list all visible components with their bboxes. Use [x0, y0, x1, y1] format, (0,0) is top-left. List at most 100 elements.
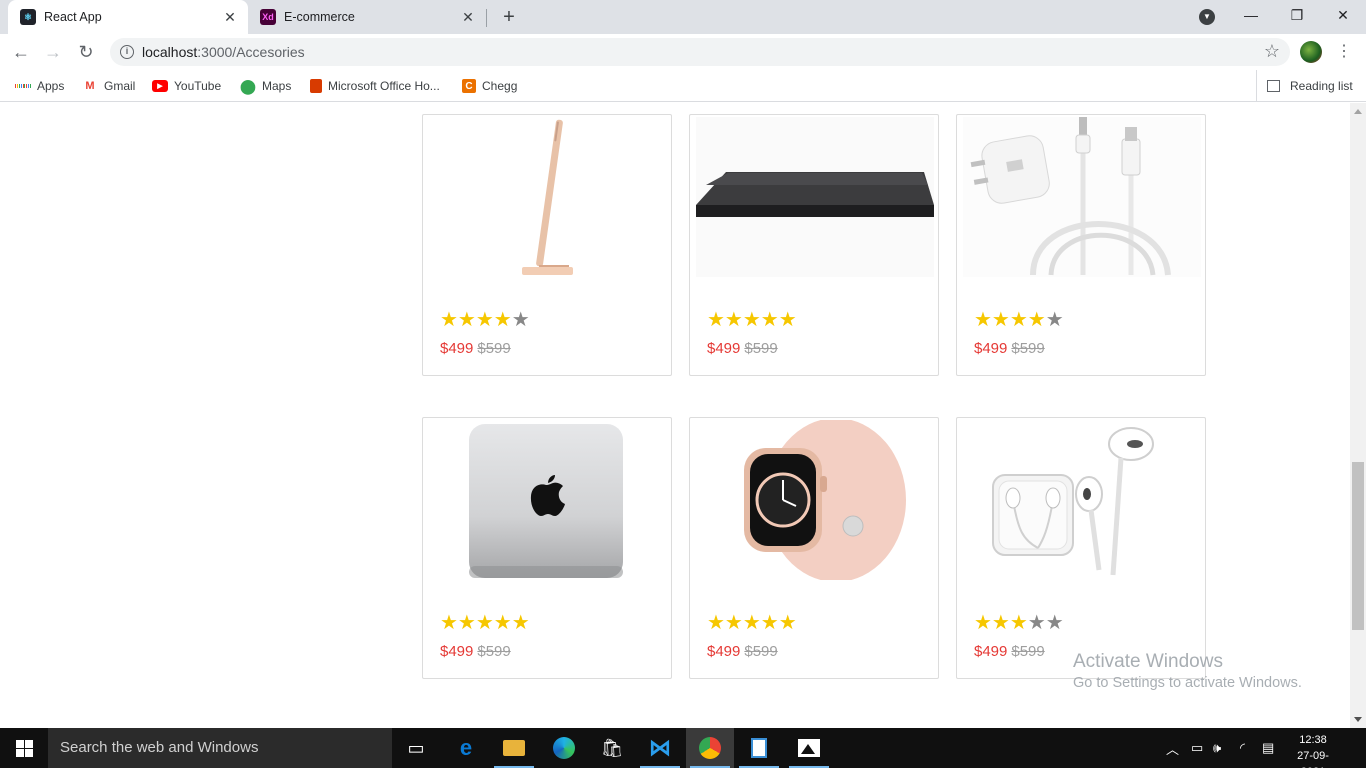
current-price: $499 [707, 340, 741, 357]
watermark-subtext: Go to Settings to activate Windows. [1073, 675, 1302, 691]
address-bar[interactable]: i localhost:3000/Accesories ☆ [110, 38, 1290, 66]
product-card[interactable]: ★★★★★ $499 $599 [422, 417, 672, 679]
photos-icon[interactable] [785, 728, 833, 768]
windows-logo-icon [15, 739, 33, 757]
edge-icon[interactable] [540, 728, 588, 768]
rating-stars: ★★★★★ [707, 612, 797, 634]
rating-stars: ★★★★★ [974, 612, 1064, 634]
tab-search-icon[interactable]: ▼ [1199, 9, 1215, 25]
file-explorer-icon[interactable] [490, 728, 538, 768]
scroll-down-icon[interactable] [1354, 717, 1362, 722]
old-price: $599 [1011, 340, 1045, 357]
taskbar-clock[interactable]: 12:38 27-09-2021 [1288, 732, 1338, 780]
vscode-icon[interactable]: ⋈ [636, 728, 684, 768]
edge-legacy-icon[interactable]: e [442, 728, 490, 768]
reload-icon[interactable]: ↻ [74, 40, 98, 64]
minimize-button[interactable]: — [1228, 0, 1274, 30]
apps-grid-icon [15, 78, 32, 94]
product-image-charger [963, 117, 1201, 277]
browser-toolbar: ← → ↻ i localhost:3000/Accesories ☆ ⋮ [0, 34, 1366, 70]
gmail-icon: M [85, 80, 95, 92]
action-center-icon[interactable]: ▤ [1262, 728, 1274, 768]
old-price: $599 [744, 340, 778, 357]
rating-stars: ★★★★★ [440, 309, 530, 331]
notepad-icon[interactable] [735, 728, 783, 768]
start-button[interactable] [0, 728, 48, 768]
current-price: $499 [440, 340, 474, 357]
watermark-heading: Activate Windows [1073, 651, 1223, 672]
bookmarks-bar: Apps M Gmail ▶ YouTube ⬤ Maps Microsoft … [0, 70, 1366, 102]
price: $499 $599 [974, 340, 1045, 357]
bookmark-youtube[interactable]: ▶ YouTube [152, 77, 221, 95]
reading-list-label: Reading list [1290, 78, 1353, 93]
reading-list-button[interactable]: Reading list [1256, 70, 1353, 101]
product-card[interactable]: ★★★★★ $499 $599 [956, 417, 1206, 679]
url-path: :3000/Accesories [197, 44, 305, 60]
close-tab-icon[interactable]: ✕ [458, 7, 478, 27]
show-desktop-button[interactable] [1343, 728, 1366, 768]
clock-time: 12:38 [1299, 734, 1327, 746]
product-image-apple-watch [696, 420, 934, 580]
tab-title: E-commerce [284, 10, 355, 24]
youtube-icon: ▶ [152, 80, 168, 92]
bookmark-apps[interactable]: Apps [15, 77, 64, 95]
battery-icon[interactable]: ▭ [1191, 728, 1203, 768]
activate-windows-watermark: Activate Windows Go to Settings to activ… [1073, 651, 1302, 691]
taskbar-search-input[interactable]: Search the web and Windows [48, 728, 392, 768]
scrollbar-thumb[interactable] [1352, 462, 1364, 630]
show-hidden-icons[interactable]: ︿ [1166, 728, 1179, 768]
url-text[interactable]: localhost:3000/Accesories [142, 44, 305, 60]
product-card[interactable]: ★★★★★ $499 $599 [689, 114, 939, 376]
volume-icon[interactable]: 🕪 [1213, 728, 1221, 768]
close-window-button[interactable]: ✕ [1320, 0, 1366, 30]
bookmark-maps[interactable]: ⬤ Maps [240, 77, 291, 95]
kebab-menu-icon[interactable]: ⋮ [1336, 41, 1352, 63]
site-info-icon[interactable]: i [120, 45, 134, 59]
close-tab-icon[interactable]: ✕ [220, 7, 240, 27]
scroll-up-icon[interactable] [1354, 109, 1362, 114]
bookmark-star-icon[interactable]: ☆ [1264, 41, 1280, 62]
price: $499 $599 [974, 643, 1045, 660]
tab-ecommerce[interactable]: Xd E-commerce ✕ [248, 0, 486, 34]
new-tab-button[interactable]: + [498, 6, 520, 28]
page-viewport: ★★★★★ $499 $599 ★★★★★ $499 $599 ★★★★★ $4… [0, 103, 1350, 728]
old-price: $599 [477, 340, 511, 357]
bookmark-label: Microsoft Office Ho... [328, 79, 440, 93]
product-image-earpods [963, 420, 1201, 580]
bookmark-gmail[interactable]: M Gmail [82, 77, 135, 95]
old-price: $599 [1011, 643, 1045, 660]
price: $499 $599 [707, 340, 778, 357]
bookmark-label: Gmail [104, 79, 136, 93]
page-scrollbar[interactable] [1350, 103, 1366, 728]
tab-strip: ⚛ React App ✕ Xd E-commerce ✕ + ▼ — ❐ ✕ [0, 0, 1366, 34]
price: $499 $599 [440, 643, 511, 660]
bookmark-chegg[interactable]: C Chegg [462, 77, 517, 95]
tab-divider [486, 9, 487, 27]
current-price: $499 [974, 643, 1008, 660]
chrome-icon[interactable] [686, 728, 734, 768]
windows-taskbar: Search the web and Windows ▭ e 🛍 ⋈ ︿ ▭ 🕪… [0, 728, 1366, 778]
url-host: localhost [142, 44, 198, 60]
wifi-icon[interactable]: ◜ [1240, 728, 1245, 768]
store-icon[interactable]: 🛍 [588, 728, 636, 768]
product-card[interactable]: ★★★★★ $499 $599 [422, 114, 672, 376]
old-price: $599 [744, 643, 778, 660]
restore-button[interactable]: ❐ [1274, 0, 1320, 30]
maps-icon: ⬤ [240, 77, 256, 94]
rating-stars: ★★★★★ [440, 612, 530, 634]
bookmark-office[interactable]: Microsoft Office Ho... [310, 77, 440, 95]
profile-avatar[interactable] [1300, 41, 1322, 63]
product-card[interactable]: ★★★★★ $499 $599 [956, 114, 1206, 376]
tab-react-app[interactable]: ⚛ React App ✕ [8, 0, 248, 34]
rating-stars: ★★★★★ [974, 309, 1064, 331]
forward-arrow-icon[interactable]: → [41, 40, 65, 64]
product-card[interactable]: ★★★★★ $499 $599 [689, 417, 939, 679]
rating-stars: ★★★★★ [707, 309, 797, 331]
bookmark-label: Chegg [482, 79, 518, 93]
current-price: $499 [440, 643, 474, 660]
react-icon: ⚛ [20, 9, 36, 25]
task-view-icon[interactable]: ▭ [392, 728, 440, 768]
back-arrow-icon[interactable]: ← [9, 40, 33, 64]
current-price: $499 [974, 340, 1008, 357]
office-icon [310, 79, 322, 93]
